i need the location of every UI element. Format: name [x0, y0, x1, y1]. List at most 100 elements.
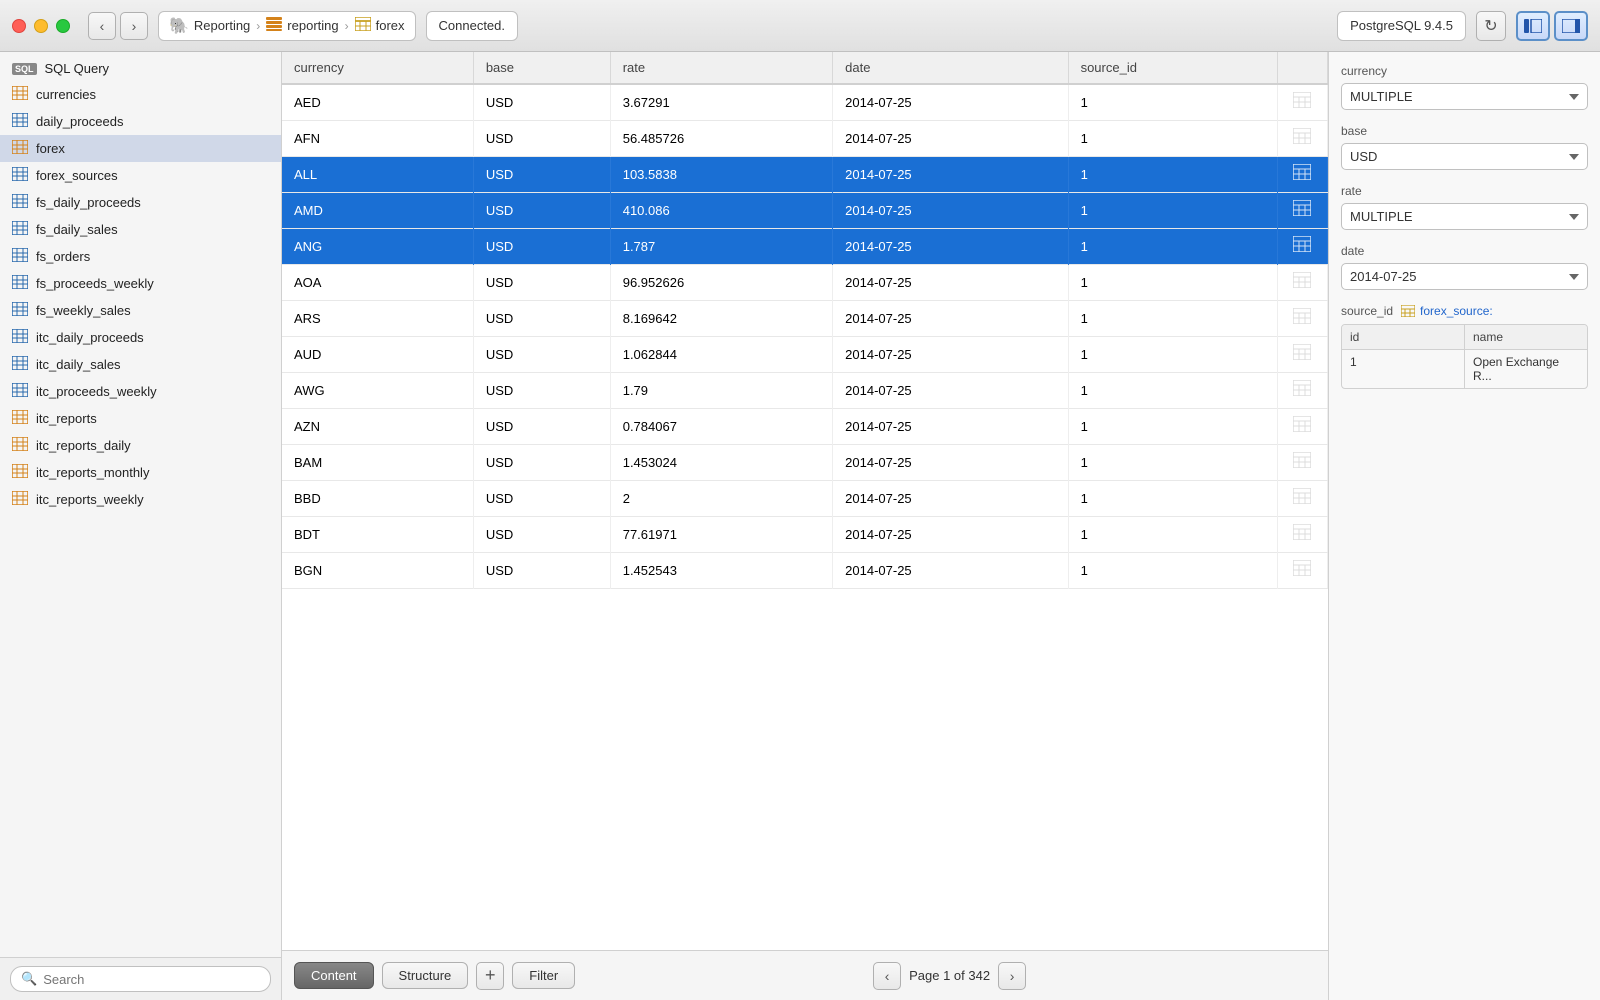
table-icon-fs-weekly-sales [12, 302, 28, 319]
cell-action[interactable] [1278, 193, 1328, 228]
sidebar-item-itc-daily-sales[interactable]: itc_daily_sales [0, 351, 281, 378]
base-select[interactable]: USD [1341, 143, 1588, 170]
add-row-button[interactable]: + [476, 962, 504, 990]
cell-date: 2014-07-25 [833, 337, 1068, 373]
next-page-button[interactable]: › [998, 962, 1026, 990]
sidebar-item-forex[interactable]: forex [0, 135, 281, 162]
currency-filter: currency MULTIPLE [1341, 64, 1588, 110]
sidebar-item-fs-daily-proceeds[interactable]: fs_daily_proceeds [0, 189, 281, 216]
rate-select[interactable]: MULTIPLE [1341, 203, 1588, 230]
breadcrumb-db[interactable]: 🐘 Reporting [169, 16, 250, 36]
cell-currency: AZN [282, 409, 473, 445]
prev-page-button[interactable]: ‹ [873, 962, 901, 990]
sidebar-label-daily-proceeds: daily_proceeds [36, 114, 123, 129]
table-row[interactable]: AMD USD 410.086 2014-07-25 1 [282, 193, 1328, 229]
cell-action[interactable] [1278, 229, 1328, 264]
forward-button[interactable]: › [120, 12, 148, 40]
rate-filter: rate MULTIPLE [1341, 184, 1588, 230]
table-row[interactable]: BBD USD 2 2014-07-25 1 [282, 481, 1328, 517]
search-field[interactable]: 🔍 [10, 966, 271, 992]
table-icon-forex [12, 140, 28, 157]
table-row[interactable]: BGN USD 1.452543 2014-07-25 1 [282, 553, 1328, 589]
cell-rate: 96.952626 [610, 265, 832, 301]
sidebar-item-itc-reports-daily[interactable]: itc_reports_daily [0, 432, 281, 459]
col-header-currency: currency [282, 52, 473, 84]
cell-base: USD [473, 445, 610, 481]
filter-button[interactable]: Filter [512, 962, 575, 989]
table-row[interactable]: AWG USD 1.79 2014-07-25 1 [282, 373, 1328, 409]
cell-action[interactable] [1278, 481, 1328, 516]
table-row[interactable]: BDT USD 77.61971 2014-07-25 1 [282, 517, 1328, 553]
currency-select[interactable]: MULTIPLE [1341, 83, 1588, 110]
breadcrumb-schema[interactable]: reporting [266, 17, 338, 34]
search-input[interactable] [43, 972, 260, 987]
cell-action[interactable] [1278, 157, 1328, 192]
cell-base: USD [473, 84, 610, 121]
minimize-button[interactable] [34, 19, 48, 33]
table-row[interactable]: AED USD 3.67291 2014-07-25 1 [282, 84, 1328, 121]
panel-toggle-button[interactable] [1554, 11, 1588, 41]
cell-action[interactable] [1278, 445, 1328, 480]
sidebar-item-itc-proceeds-weekly[interactable]: itc_proceeds_weekly [0, 378, 281, 405]
date-select[interactable]: 2014-07-25 [1341, 263, 1588, 290]
sidebar-item-sql-query[interactable]: SQL SQL Query [0, 56, 281, 81]
sidebar-item-fs-daily-sales[interactable]: fs_daily_sales [0, 216, 281, 243]
breadcrumb-sep-2: › [345, 19, 349, 33]
refresh-button[interactable]: ↻ [1476, 11, 1506, 41]
cell-action[interactable] [1278, 121, 1328, 156]
row-table-icon [1293, 344, 1311, 365]
sidebar-item-itc-reports-weekly[interactable]: itc_reports_weekly [0, 486, 281, 513]
cell-action[interactable] [1278, 373, 1328, 408]
table-row[interactable]: AOA USD 96.952626 2014-07-25 1 [282, 265, 1328, 301]
table-row[interactable]: AFN USD 56.485726 2014-07-25 1 [282, 121, 1328, 157]
sidebar-label-fs-orders: fs_orders [36, 249, 90, 264]
sidebar-item-fs-proceeds-weekly[interactable]: fs_proceeds_weekly [0, 270, 281, 297]
table-row[interactable]: AUD USD 1.062844 2014-07-25 1 [282, 337, 1328, 373]
table-row[interactable]: ALL USD 103.5838 2014-07-25 1 [282, 157, 1328, 193]
elephant-icon: 🐘 [169, 16, 189, 36]
cell-rate: 56.485726 [610, 121, 832, 157]
maximize-button[interactable] [56, 19, 70, 33]
table-row[interactable]: ANG USD 1.787 2014-07-25 1 [282, 229, 1328, 265]
page-info: Page 1 of 342 [909, 968, 990, 983]
cell-action[interactable] [1278, 409, 1328, 444]
cell-action[interactable] [1278, 517, 1328, 552]
sidebar-item-itc-reports-monthly[interactable]: itc_reports_monthly [0, 459, 281, 486]
source-table-link[interactable]: forex_source: [1401, 304, 1493, 318]
cell-action[interactable] [1278, 337, 1328, 372]
table-row[interactable]: ARS USD 8.169642 2014-07-25 1 [282, 301, 1328, 337]
structure-tab-button[interactable]: Structure [382, 962, 469, 989]
cell-source-id: 1 [1068, 409, 1277, 445]
sidebar-item-currencies[interactable]: currencies [0, 81, 281, 108]
cell-base: USD [473, 301, 610, 337]
currency-filter-label: currency [1341, 64, 1588, 78]
content-tab-button[interactable]: Content [294, 962, 374, 989]
cell-action[interactable] [1278, 265, 1328, 300]
sidebar-item-fs-orders[interactable]: fs_orders [0, 243, 281, 270]
cell-action[interactable] [1278, 553, 1328, 588]
sidebar-toggle-button[interactable] [1516, 11, 1550, 41]
cell-currency: AOA [282, 265, 473, 301]
cell-rate: 0.784067 [610, 409, 832, 445]
cell-currency: BAM [282, 445, 473, 481]
close-button[interactable] [12, 19, 26, 33]
cell-action[interactable] [1278, 301, 1328, 336]
traffic-lights [12, 19, 70, 33]
breadcrumb-table[interactable]: forex [355, 17, 405, 34]
table-row[interactable]: BAM USD 1.453024 2014-07-25 1 [282, 445, 1328, 481]
sidebar-item-itc-reports[interactable]: itc_reports [0, 405, 281, 432]
cell-base: USD [473, 121, 610, 157]
sidebar-item-fs-weekly-sales[interactable]: fs_weekly_sales [0, 297, 281, 324]
cell-action[interactable] [1278, 85, 1328, 120]
cell-source-id: 1 [1068, 445, 1277, 481]
sidebar-item-itc-daily-proceeds[interactable]: itc_daily_proceeds [0, 324, 281, 351]
pg-version: PostgreSQL 9.4.5 [1337, 11, 1466, 41]
back-button[interactable]: ‹ [88, 12, 116, 40]
cell-currency: ARS [282, 301, 473, 337]
sidebar-item-daily-proceeds[interactable]: daily_proceeds [0, 108, 281, 135]
cell-rate: 1.452543 [610, 553, 832, 589]
table-row[interactable]: AZN USD 0.784067 2014-07-25 1 [282, 409, 1328, 445]
col-header-base: base [473, 52, 610, 84]
sidebar-item-forex-sources[interactable]: forex_sources [0, 162, 281, 189]
source-table-row[interactable]: 1 Open Exchange R... [1342, 350, 1587, 388]
